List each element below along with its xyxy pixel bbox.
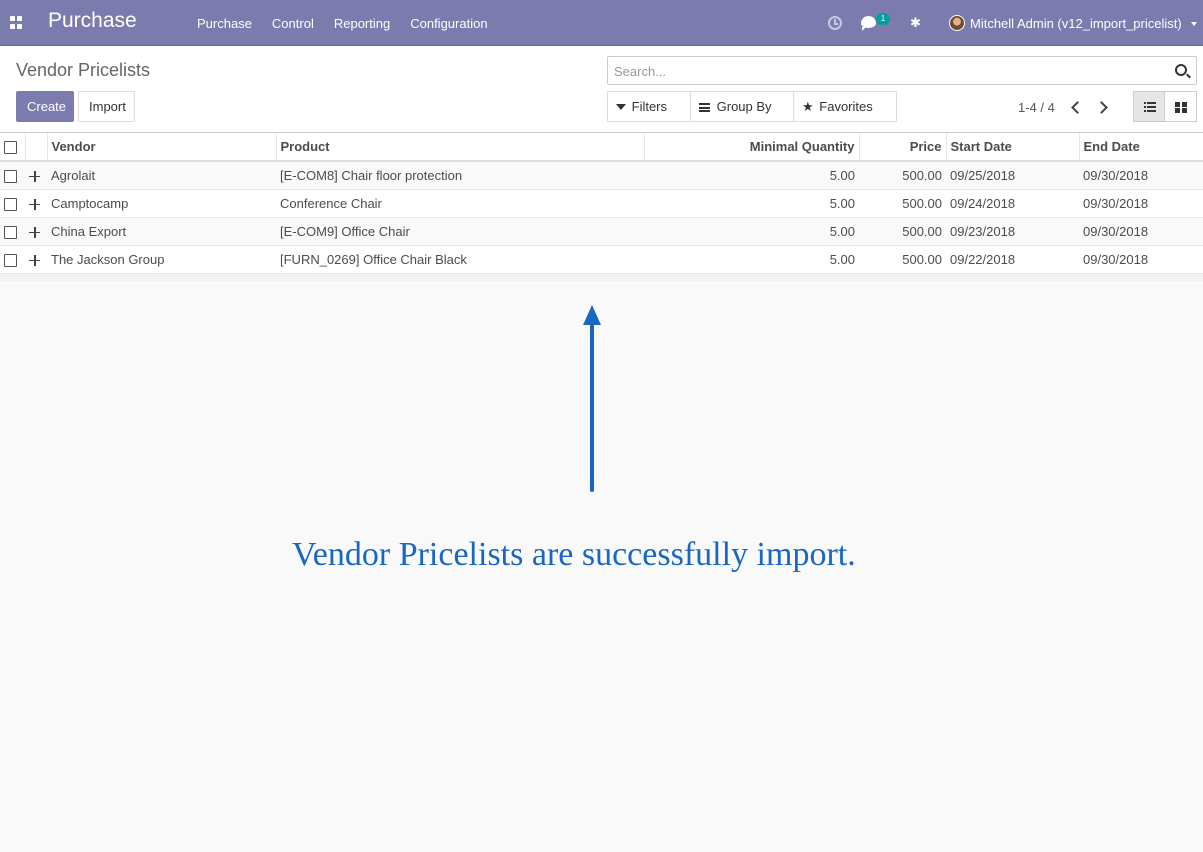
cell-vendor: Agrolait: [47, 161, 276, 190]
apps-menu-icon[interactable]: [10, 16, 23, 29]
top-navbar: Purchase Purchase Control Reporting Conf…: [0, 0, 1203, 46]
import-button[interactable]: Import: [78, 91, 135, 122]
cell-price: 500.00: [859, 245, 946, 274]
drag-handle-icon[interactable]: [25, 217, 47, 246]
cell-end-date: 09/30/2018: [1079, 217, 1203, 246]
cell-vendor: The Jackson Group: [47, 245, 276, 274]
cell-product: Conference Chair: [276, 189, 644, 218]
table-row[interactable]: China Export [E-COM9] Office Chair 5.00 …: [0, 217, 1203, 246]
app-brand[interactable]: Purchase: [48, 9, 137, 33]
cell-end-date: 09/30/2018: [1079, 245, 1203, 274]
drag-handle-icon[interactable]: [25, 161, 47, 190]
select-all-checkbox[interactable]: [0, 133, 26, 162]
create-button[interactable]: Create: [16, 91, 74, 122]
table-row[interactable]: Camptocamp Conference Chair 5.00 500.00 …: [0, 189, 1203, 218]
main-menu: Purchase Control Reporting Configuration: [197, 16, 508, 31]
cell-start-date: 09/22/2018: [946, 245, 1079, 274]
menu-item-configuration[interactable]: Configuration: [410, 16, 487, 31]
cell-product: [FURN_0269] Office Chair Black: [276, 245, 644, 274]
row-checkbox[interactable]: [0, 245, 25, 274]
cell-min-qty: 5.00: [644, 217, 859, 246]
cell-vendor: China Export: [47, 217, 276, 246]
bug-icon[interactable]: ✱: [910, 16, 922, 30]
cell-product: [E-COM9] Office Chair: [276, 217, 644, 246]
kanban-view-button[interactable]: [1165, 91, 1197, 122]
favorites-button[interactable]: ★ Favorites: [793, 91, 897, 139]
filters-button[interactable]: Filters: [607, 91, 691, 139]
favorites-label: Favorites: [819, 99, 873, 114]
filters-label: Filters: [631, 99, 668, 114]
cell-price: 500.00: [859, 161, 946, 190]
kanban-view-icon: [1175, 102, 1187, 113]
list-bars-icon: [699, 103, 710, 113]
table-header: Vendor Product Minimal Quantity Price St…: [0, 133, 1203, 162]
menu-item-purchase[interactable]: Purchase: [197, 16, 252, 31]
annotation-arrow-icon: [583, 305, 601, 492]
control-panel: Vendor Pricelists Create Import Search..…: [0, 46, 1203, 139]
group-by-label: Group By: [716, 99, 772, 114]
drag-handle-icon[interactable]: [25, 245, 47, 274]
column-product[interactable]: Product: [276, 133, 645, 162]
cell-price: 500.00: [859, 189, 946, 218]
column-start-date[interactable]: Start Date: [946, 133, 1080, 162]
row-checkbox[interactable]: [0, 217, 25, 246]
cell-start-date: 09/25/2018: [946, 161, 1079, 190]
drag-handle-icon[interactable]: [25, 189, 47, 218]
pager-next-icon[interactable]: [1097, 100, 1107, 114]
clock-icon[interactable]: [828, 16, 842, 30]
handle-header: [25, 133, 48, 162]
messages-badge: 1: [876, 13, 890, 25]
cell-end-date: 09/30/2018: [1079, 189, 1203, 218]
list-view-button[interactable]: [1133, 91, 1165, 122]
cell-start-date: 09/24/2018: [946, 189, 1079, 218]
cell-vendor: Camptocamp: [47, 189, 276, 218]
row-checkbox[interactable]: [0, 161, 25, 190]
search-icon[interactable]: [1175, 64, 1187, 76]
cell-min-qty: 5.00: [644, 161, 859, 190]
chat-icon[interactable]: [861, 16, 876, 31]
filter-icon: [616, 104, 626, 110]
column-price[interactable]: Price: [859, 133, 947, 162]
column-minimal-quantity[interactable]: Minimal Quantity: [644, 133, 860, 162]
menu-item-reporting[interactable]: Reporting: [334, 16, 390, 31]
star-icon: ★: [802, 99, 814, 114]
user-menu[interactable]: Mitchell Admin (v12_import_pricelist): [970, 16, 1182, 31]
cell-min-qty: 5.00: [644, 245, 859, 274]
column-end-date[interactable]: End Date: [1079, 133, 1203, 162]
menu-item-control[interactable]: Control: [272, 16, 314, 31]
table-row[interactable]: Agrolait [E-COM8] Chair floor protection…: [0, 161, 1203, 190]
column-vendor[interactable]: Vendor: [47, 133, 277, 162]
row-checkbox[interactable]: [0, 189, 25, 218]
annotation-caption: Vendor Pricelists are successfully impor…: [292, 536, 856, 573]
cell-end-date: 09/30/2018: [1079, 161, 1203, 190]
table-row[interactable]: The Jackson Group [FURN_0269] Office Cha…: [0, 245, 1203, 274]
cell-min-qty: 5.00: [644, 189, 859, 218]
group-by-button[interactable]: Group By: [690, 91, 794, 139]
pager-previous-icon[interactable]: [1070, 100, 1080, 114]
avatar[interactable]: [949, 15, 965, 31]
pager-value[interactable]: 1-4 / 4: [1018, 100, 1055, 115]
page-title: Vendor Pricelists: [16, 60, 151, 80]
search-input[interactable]: Search...: [607, 56, 1197, 85]
cell-price: 500.00: [859, 217, 946, 246]
list-view-icon: [1144, 102, 1156, 112]
chevron-down-icon[interactable]: [1191, 22, 1197, 26]
pricelist-table: Vendor Product Minimal Quantity Price St…: [0, 133, 1203, 281]
cell-product: [E-COM8] Chair floor protection: [276, 161, 644, 190]
cell-start-date: 09/23/2018: [946, 217, 1079, 246]
search-placeholder: Search...: [614, 64, 667, 79]
